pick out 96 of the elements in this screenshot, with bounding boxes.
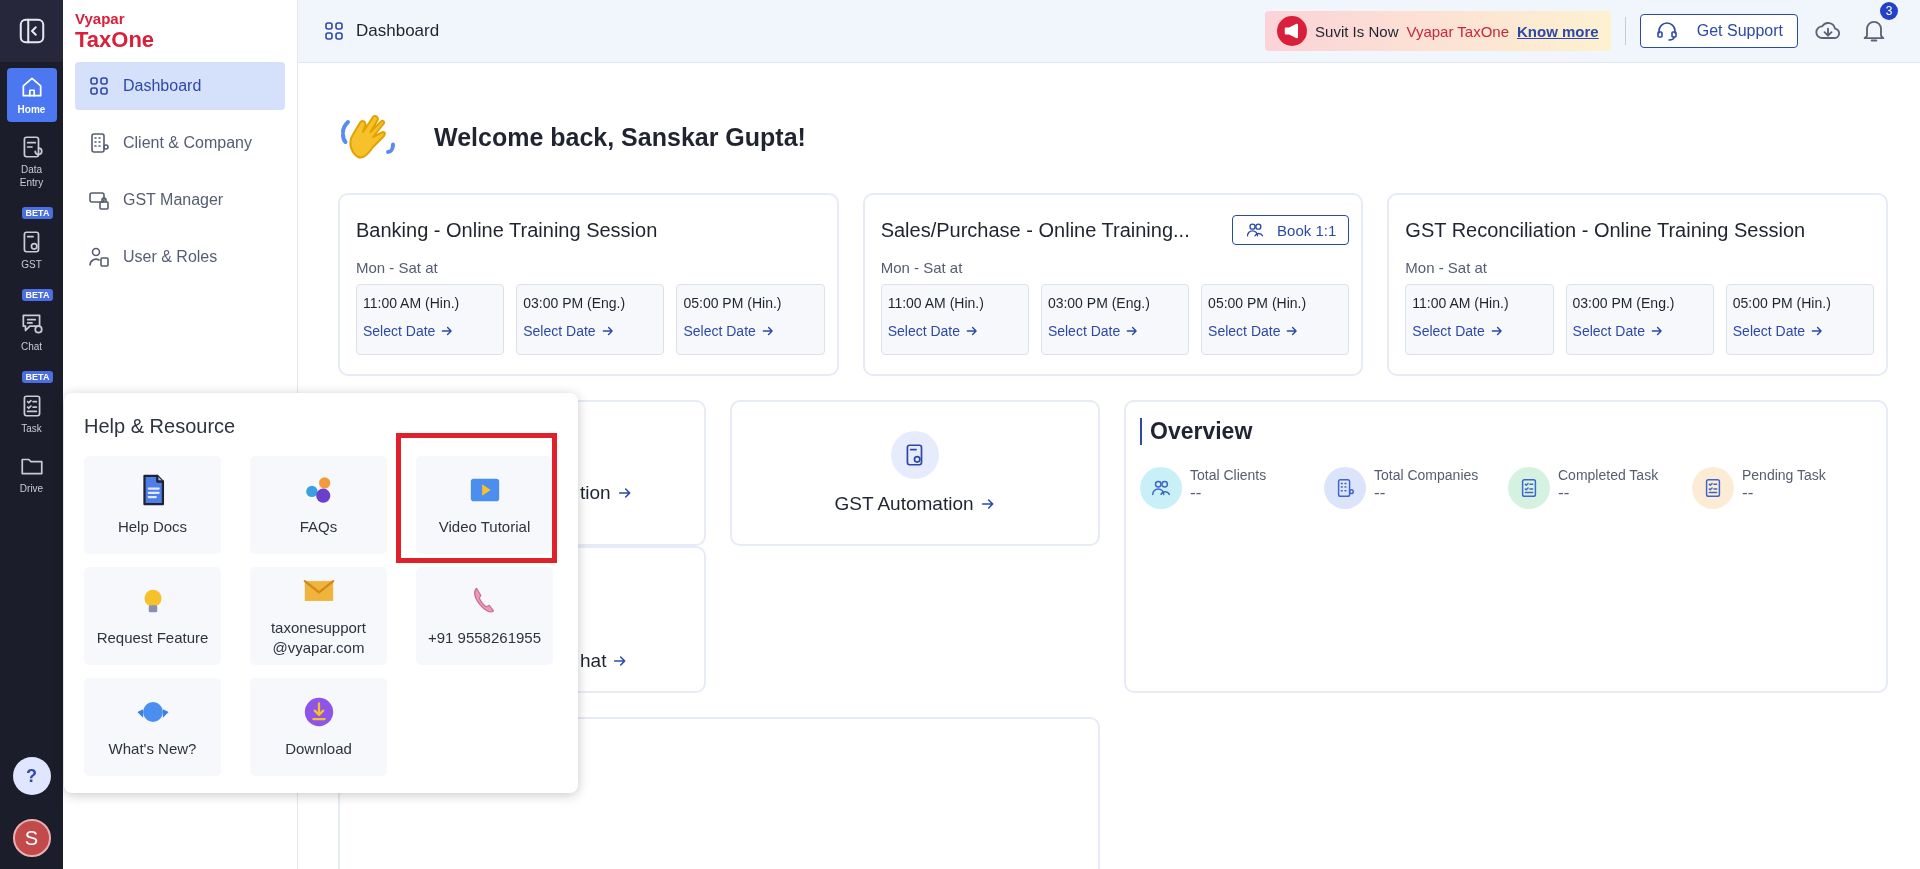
arrow-icon: [616, 485, 633, 501]
arrow-icon: [440, 324, 455, 338]
stat-value: --: [1374, 483, 1387, 503]
slot-time: 03:00 PM (Eng.): [1572, 295, 1676, 311]
select-date-link[interactable]: Select Date: [523, 323, 658, 339]
arrow-icon: [1125, 324, 1140, 338]
beta-badge: BETA: [21, 207, 54, 219]
select-date-link[interactable]: Select Date: [363, 323, 498, 339]
avatar[interactable]: S: [12, 819, 51, 857]
grid-icon: [322, 19, 346, 43]
notification-badge: 3: [1880, 2, 1898, 20]
collapse-sidebar-button[interactable]: [0, 0, 63, 62]
select-date-link[interactable]: Select Date: [1732, 323, 1867, 339]
tile-label: +91 9558261955: [427, 627, 541, 648]
card-title: Sales/Purchase - Online Training...: [880, 218, 1190, 242]
resource-tile[interactable]: Request Feature: [84, 567, 221, 665]
resource-tile[interactable]: Help Docs: [84, 456, 221, 554]
sidebar-item[interactable]: GST Manager: [75, 176, 285, 224]
sidebar-item[interactable]: Dashboard: [75, 62, 285, 110]
resource-tile[interactable]: Video Tutorial: [416, 456, 553, 554]
logo-text: Vyapar: [75, 10, 126, 28]
slot-time: 03:00 PM (Eng.): [1047, 295, 1151, 311]
schedule-label: Mon - Sat at: [880, 259, 964, 276]
card-title: Banking - Online Training Session: [356, 218, 658, 242]
arrow-icon: [600, 324, 615, 338]
stat-label: Total Companies: [1374, 467, 1479, 483]
schedule-label: Mon - Sat at: [356, 259, 439, 276]
slot-time: 11:00 AM (Hin.): [887, 295, 985, 311]
tile-label: Help Docs: [117, 516, 188, 537]
rail-item[interactable]: Home: [6, 68, 57, 122]
resource-tile[interactable]: Download: [250, 678, 387, 776]
slot-time: 11:00 AM (Hin.): [1412, 295, 1510, 311]
select-date-link[interactable]: Select Date: [887, 323, 1022, 339]
stat-label: Pending Task: [1742, 467, 1826, 483]
rail-item[interactable]: GST: [6, 223, 57, 277]
arrow-icon: [1810, 324, 1825, 338]
shortcut-label: tion: [580, 482, 633, 504]
resource-tile[interactable]: What's New?: [84, 678, 221, 776]
tile-label: What's New?: [108, 738, 197, 759]
beta-badge: BETA: [21, 289, 54, 301]
headset-icon: [1654, 19, 1679, 43]
rail-item[interactable]: Data Entry: [6, 128, 57, 195]
select-date-link[interactable]: Select Date: [1412, 323, 1547, 339]
sidebar-item[interactable]: Client & Company: [75, 119, 285, 167]
shortcut-card[interactable]: GST Automation: [730, 400, 1100, 546]
user-icon: [87, 245, 111, 269]
sidebar-item[interactable]: User & Roles: [75, 233, 285, 281]
tile-label: Download: [285, 738, 352, 759]
select-date-link[interactable]: Select Date: [683, 323, 818, 339]
tile-label: FAQs: [299, 516, 338, 537]
arrow-icon: [760, 324, 775, 338]
beta-badge: BETA: [21, 371, 54, 383]
rail-item[interactable]: Chat: [6, 305, 57, 359]
arrow-icon: [1285, 324, 1300, 338]
get-support-button[interactable]: Get Support: [1639, 14, 1798, 48]
know-more-link[interactable]: Know more: [1517, 22, 1599, 40]
section-title: Overview: [1140, 418, 1872, 445]
popup-title: Help & Resource: [84, 415, 237, 438]
select-date-link[interactable]: Select Date: [1208, 323, 1343, 339]
resource-tile[interactable]: taxonesupport @vyapar.com: [250, 567, 387, 665]
arrow-icon: [1489, 324, 1504, 338]
logo-text: TaxOne: [75, 28, 156, 52]
stat-value: --: [1190, 483, 1203, 503]
slot-time: 05:00 PM (Hin.): [1208, 295, 1308, 311]
resource-tile[interactable]: +91 9558261955: [416, 567, 553, 665]
shortcut-label: hat: [580, 649, 629, 672]
stat-value: --: [1742, 483, 1755, 503]
announcement-text: Suvit Is Now: [1315, 22, 1399, 40]
slot-time: 11:00 AM (Hin.): [363, 295, 461, 311]
slot-time: 05:00 PM (Hin.): [1732, 295, 1832, 311]
megaphone-icon: [1277, 16, 1308, 46]
rail-item[interactable]: Task: [6, 387, 57, 441]
tile-label: taxonesupport @vyapar.com: [270, 617, 367, 658]
brand-name: Vyapar TaxOne: [1406, 22, 1510, 40]
stat-value: --: [1558, 483, 1571, 503]
tile-label: Video Tutorial: [438, 516, 531, 537]
arrow-icon: [965, 324, 980, 338]
help-button[interactable]: ?: [12, 757, 51, 795]
book-button[interactable]: Book 1:1: [1232, 215, 1350, 245]
select-date-link[interactable]: Select Date: [1572, 323, 1707, 339]
shortcut-label: GST Automation: [834, 493, 996, 515]
resource-tile[interactable]: FAQs: [250, 456, 387, 554]
card-title: GST Reconciliation - Online Training Session: [1405, 218, 1806, 242]
select-date-link[interactable]: Select Date: [1047, 323, 1183, 339]
stat-label: Total Clients: [1190, 467, 1267, 483]
slot-time: 03:00 PM (Eng.): [523, 295, 627, 311]
rail-item[interactable]: Drive: [6, 447, 57, 501]
grid-icon: [87, 74, 111, 98]
slot-time: 05:00 PM (Hin.): [683, 295, 783, 311]
arrow-icon: [1649, 324, 1664, 338]
stat-label: Completed Task: [1558, 467, 1659, 483]
arrow-icon: [979, 496, 996, 512]
welcome-heading: Welcome back, Sanskar Gupta!: [434, 122, 806, 152]
tile-label: Request Feature: [96, 627, 209, 648]
schedule-label: Mon - Sat at: [1405, 259, 1489, 276]
page-title: Dashboard: [356, 21, 440, 41]
